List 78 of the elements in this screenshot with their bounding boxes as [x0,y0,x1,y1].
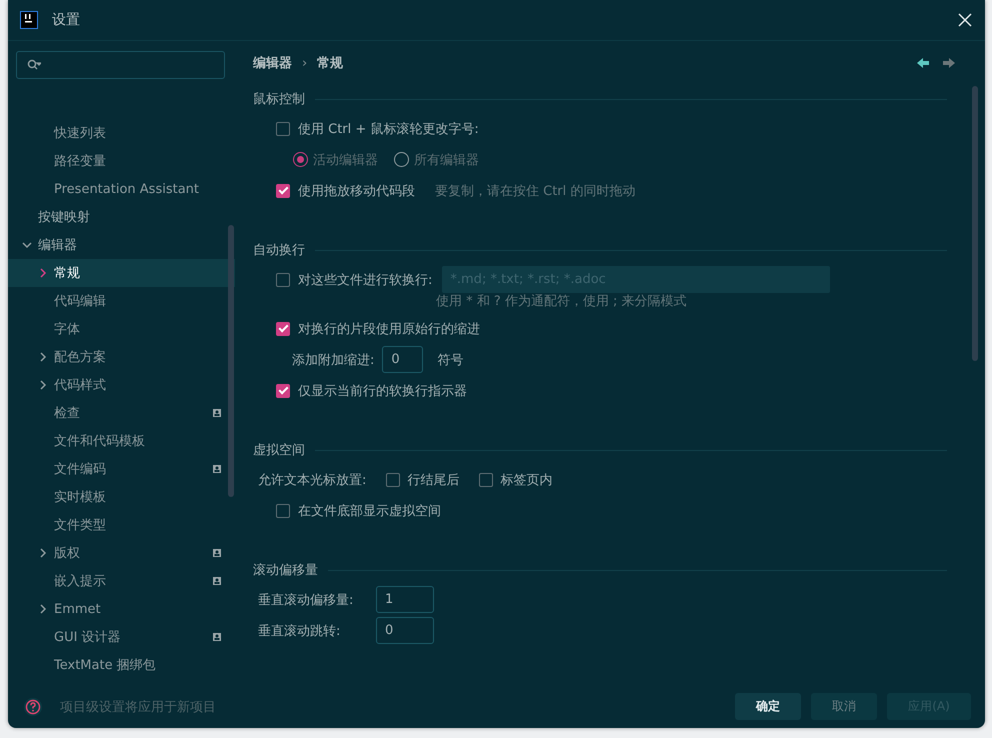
chevron-right-icon[interactable] [38,352,48,362]
sidebar-item[interactable]: 版权 [8,539,235,567]
checkbox[interactable] [276,122,290,136]
sidebar-item[interactable]: 文件编码 [8,455,235,483]
checkbox[interactable] [276,184,290,198]
sidebar-item[interactable]: 常规 [8,259,235,287]
sidebar-item[interactable]: TextMate 捆绑包 [8,651,235,679]
project-icon [213,633,221,641]
ok-button[interactable]: 确定 [735,693,801,720]
project-icon [213,577,221,585]
number-field[interactable]: 0 [382,346,424,373]
project-icon [213,409,221,417]
sidebar-item[interactable]: Emmet [8,595,235,623]
section-title: 鼠标控制 [253,91,305,108]
checkbox[interactable] [276,384,290,398]
sidebar-item[interactable]: GUI 设计器 [8,623,235,651]
field-label: 添加附加缩进: [292,352,374,368]
checkbox-label: 标签页内 [500,472,552,488]
number-field[interactable]: 0 [376,617,434,644]
number-field[interactable]: 1 [376,586,434,613]
sidebar-item[interactable]: 编辑器 [8,231,235,259]
section-title: 滚动偏移量 [253,562,318,579]
unit-label: 符号 [437,352,464,368]
checkbox[interactable] [276,272,290,286]
breadcrumb-item[interactable]: 编辑器 [253,54,292,72]
back-arrow-icon[interactable] [917,57,929,69]
checkbox-label: 仅显示当前行的软换行指示器 [298,382,467,400]
breadcrumb-item[interactable]: 常规 [317,54,344,72]
checkbox-label: 使用拖放移动代码段 [298,182,415,200]
sidebar-item[interactable]: 文件类型 [8,511,235,539]
sidebar-item[interactable]: 代码编辑 [8,287,235,315]
field-label: 垂直滚动跳转: [258,622,342,640]
sidebar-item[interactable]: 检查 [8,399,235,427]
scrollbar[interactable] [972,86,978,361]
footer-note: 项目级设置将应用于新项目 [60,698,217,716]
hint-text: 要复制，请在按住 Ctrl 的同时拖动 [435,182,636,200]
chevron-right-icon[interactable] [38,604,48,614]
window-title: 设置 [52,11,81,29]
radio-label: 所有编辑器 [414,152,479,168]
project-icon [213,465,221,473]
app-logo-icon [20,11,38,29]
project-icon [213,549,221,557]
hint-text: 使用 * 和 ? 作为通配符，使用 ; 来分隔模式 [436,293,687,310]
sidebar-item[interactable]: 配色方案 [8,343,235,371]
breadcrumb-separator: › [302,56,308,70]
checkbox[interactable] [276,504,290,518]
chevron-right-icon[interactable] [38,548,48,558]
scrollbar[interactable] [228,225,234,497]
sidebar-item[interactable]: 实时模板 [8,483,235,511]
sidebar-item[interactable]: 字体 [8,315,235,343]
section-title: 虚拟空间 [253,442,305,459]
help-icon[interactable] [24,698,42,716]
search-icon [27,59,41,71]
checkbox[interactable] [479,472,494,486]
section-title: 自动换行 [253,242,305,259]
cancel-button[interactable]: 取消 [811,693,877,720]
checkbox[interactable] [276,322,290,336]
field-label: 允许文本光标放置: [258,472,366,488]
checkbox-label: 对这些文件进行软换行: [298,272,432,288]
chevron-right-icon[interactable] [38,380,48,390]
sidebar-item[interactable]: 路径变量 [8,147,235,175]
sidebar-item[interactable]: 文件和代码模板 [8,427,235,455]
sidebar-item[interactable]: Presentation Assistant [8,175,235,203]
sidebar-item[interactable]: 快速列表 [8,119,235,147]
field-label: 垂直滚动偏移量: [258,592,354,608]
chevron-right-icon[interactable] [38,268,48,278]
sidebar-item[interactable]: 按键映射 [8,203,235,231]
search-field[interactable] [16,51,225,79]
close-icon[interactable] [957,12,973,28]
sidebar-item[interactable]: 嵌入提示 [8,567,235,595]
radio-label: 活动编辑器 [313,152,378,168]
checkbox-label: 使用 Ctrl + 鼠标滚轮更改字号: [298,120,479,138]
chevron-down-icon[interactable] [22,240,32,250]
checkbox-label: 行结尾后 [407,472,460,488]
sidebar-item[interactable]: 代码样式 [8,371,235,399]
checkbox[interactable] [386,472,400,486]
checkbox-label: 对换行的片段使用原始行的缩进 [298,320,480,338]
checkbox-label: 在文件底部显示虚拟空间 [298,502,441,520]
